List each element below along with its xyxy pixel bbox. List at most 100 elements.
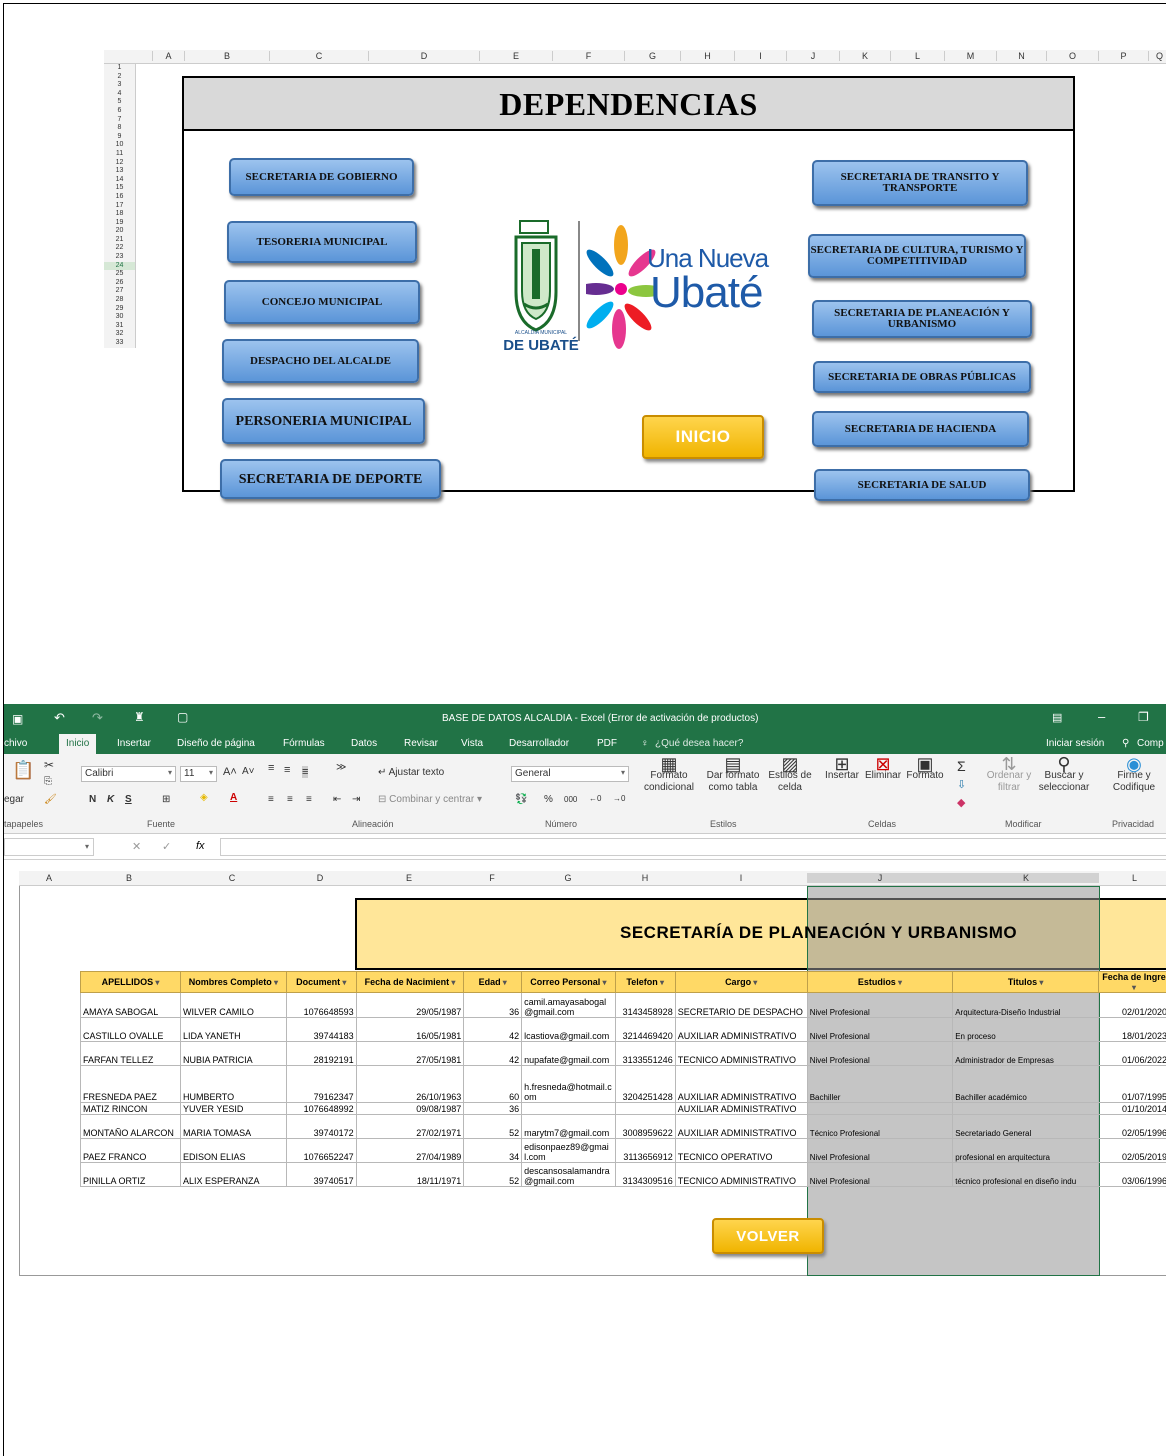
bold-button[interactable]: N: [89, 794, 96, 805]
table-cell[interactable]: EDISON ELIAS: [179, 1138, 287, 1163]
table-cell[interactable]: Administrador de Empresas: [952, 1041, 1100, 1066]
column-header-cell[interactable]: Fecha de Nacimient ▾: [355, 971, 465, 993]
restore-icon[interactable]: ❐: [1138, 710, 1149, 724]
col-header-l[interactable]: L: [1099, 873, 1166, 883]
tab-archivo[interactable]: chivo: [4, 738, 27, 749]
column-header-cell[interactable]: Titulos ▾: [952, 971, 1100, 993]
italic-button[interactable]: K: [107, 794, 114, 805]
table-cell[interactable]: camil.amayasabogal@gmail.com: [521, 992, 616, 1018]
col-header-a[interactable]: A: [19, 873, 79, 883]
col-header-i[interactable]: I: [675, 873, 807, 883]
btn-salud[interactable]: SECRETARIA DE SALUD: [814, 469, 1030, 501]
table-cell[interactable]: Secretariado General: [952, 1114, 1100, 1139]
orientation-icon[interactable]: ≫: [336, 762, 346, 773]
column-header-cell[interactable]: Edad ▾: [463, 971, 523, 993]
table-cell[interactable]: 03/06/1996: [1098, 1162, 1166, 1187]
table-cell[interactable]: 27/02/1971: [355, 1114, 465, 1139]
table-cell[interactable]: HUMBERTO: [179, 1065, 287, 1103]
column-header-cell[interactable]: APELLIDOS ▾: [80, 971, 181, 993]
table-cell[interactable]: MATIZ RINCON: [80, 1102, 181, 1115]
table-cell[interactable]: 18/01/2023: [1098, 1017, 1166, 1042]
btn-personeria[interactable]: PERSONERIA MUNICIPAL: [222, 398, 425, 444]
table-cell[interactable]: técnico profesional en diseño indu: [952, 1162, 1100, 1187]
table-cell[interactable]: TECNICO ADMINISTRATIVO: [674, 1162, 808, 1187]
table-cell[interactable]: 29/05/1987: [355, 992, 465, 1018]
insert-cells-button[interactable]: ⊞ Insertar: [822, 755, 862, 782]
column-header-cell[interactable]: Correo Personal ▾: [521, 971, 616, 993]
table-cell[interactable]: h.fresneda@hotmail.com: [521, 1065, 616, 1103]
table-cell[interactable]: En proceso: [952, 1017, 1100, 1042]
increase-decimal-icon[interactable]: ←0: [589, 794, 601, 803]
table-cell[interactable]: Nivel Profesional: [806, 1017, 954, 1042]
btn-concejo[interactable]: CONCEJO MUNICIPAL: [224, 280, 420, 324]
tab-vista[interactable]: Vista: [461, 738, 483, 749]
table-cell[interactable]: 16/05/1981: [355, 1017, 465, 1042]
merge-center-button[interactable]: ⊟ Combinar y centrar ▾: [378, 794, 482, 805]
btn-planeacion[interactable]: SECRETARIA DE PLANEACIÓN Y URBANISMO: [812, 300, 1032, 338]
filter-dropdown-icon[interactable]: ▾: [272, 978, 278, 987]
tab-diseno[interactable]: Diseño de página: [177, 738, 255, 749]
table-cell[interactable]: AUXILIAR ADMINISTRATIVO: [674, 1017, 808, 1042]
btn-secretaria-gobierno[interactable]: SECRETARIA DE GOBIERNO: [229, 158, 414, 196]
table-cell[interactable]: TECNICO OPERATIVO: [674, 1138, 808, 1163]
table-cell[interactable]: 3113656912: [614, 1138, 676, 1163]
col-header-c[interactable]: C: [179, 873, 285, 883]
table-cell[interactable]: lcastiova@gmail.com: [521, 1017, 616, 1042]
undo-icon[interactable]: ↶: [54, 710, 65, 726]
table-cell[interactable]: 3143458928: [614, 992, 676, 1018]
tab-pdf[interactable]: PDF: [597, 738, 617, 749]
table-cell[interactable]: 18/11/1971: [355, 1162, 465, 1187]
table-cell[interactable]: WILVER CAMILO: [179, 992, 287, 1018]
table-cell[interactable]: profesional en arquitectura: [952, 1138, 1100, 1163]
align-center-icon[interactable]: ≡: [287, 794, 293, 805]
table-cell[interactable]: Nivel Profesional: [806, 1041, 954, 1066]
font-name-select[interactable]: Calibri ▾: [81, 766, 176, 782]
col-header-h[interactable]: H: [615, 873, 675, 883]
table-cell[interactable]: 01/10/2014: [1098, 1102, 1166, 1115]
align-top-icon[interactable]: ≡: [268, 762, 274, 774]
column-header-cell[interactable]: Estudios ▾: [806, 971, 954, 993]
grow-font-icon[interactable]: A˄: [223, 766, 237, 778]
underline-button[interactable]: S: [125, 794, 132, 805]
borders-icon[interactable]: ⊞: [162, 794, 170, 805]
table-cell[interactable]: 02/01/2020: [1098, 992, 1166, 1018]
conditional-format-button[interactable]: ▦ Formato condicional: [638, 755, 700, 794]
table-cell[interactable]: ALIX ESPERANZA: [179, 1162, 287, 1187]
percent-icon[interactable]: %: [544, 794, 553, 805]
format-painter-brush-icon[interactable]: 🖌: [44, 794, 57, 805]
table-cell[interactable]: [952, 1102, 1100, 1115]
currency-icon[interactable]: 💱: [515, 794, 527, 805]
indent-increase-icon[interactable]: ⇥: [352, 794, 360, 805]
col-header-d[interactable]: D: [285, 873, 355, 883]
formula-input[interactable]: [220, 838, 1166, 856]
volver-button[interactable]: VOLVER: [712, 1218, 824, 1254]
autosum-icon[interactable]: Σ: [957, 758, 966, 774]
table-cell[interactable]: edisonpaez89@gmail.com: [521, 1138, 616, 1163]
fill-color-icon[interactable]: ◈: [200, 792, 208, 803]
table-cell[interactable]: TECNICO ADMINISTRATIVO: [674, 1041, 808, 1066]
table-cell[interactable]: 36: [463, 1102, 523, 1115]
align-bottom-icon[interactable]: ≡: [302, 766, 309, 778]
table-cell[interactable]: 1076648593: [285, 992, 357, 1018]
align-right-icon[interactable]: ≡: [306, 794, 312, 805]
btn-transito[interactable]: SECRETARIA DE TRANSITO Y TRANSPORTE: [812, 160, 1028, 206]
table-cell[interactable]: marytm7@gmail.com: [521, 1114, 616, 1139]
table-cell[interactable]: SECRETARIO DE DESPACHO: [674, 992, 808, 1018]
btn-deporte[interactable]: SECRETARIA DE DEPORTE: [220, 459, 441, 499]
signin-link[interactable]: Iniciar sesión: [1046, 738, 1104, 749]
format-table-button[interactable]: ▤ Dar formato como tabla: [702, 755, 764, 794]
table-cell[interactable]: 27/05/1981: [355, 1041, 465, 1066]
table-cell[interactable]: 28192191: [285, 1041, 357, 1066]
find-select-button[interactable]: ⚲ Buscar y seleccionar: [1034, 755, 1094, 794]
table-cell[interactable]: FARFAN TELLEZ: [80, 1041, 181, 1066]
column-header-cell[interactable]: Nombres Completo ▾: [179, 971, 287, 993]
share-button[interactable]: Comp: [1137, 738, 1164, 749]
tell-me-input[interactable]: ¿Qué desea hacer?: [655, 738, 743, 749]
align-left-icon[interactable]: ≡: [268, 794, 274, 805]
filter-dropdown-icon[interactable]: ▾: [600, 978, 607, 987]
table-cell[interactable]: 1076652247: [285, 1138, 357, 1163]
table-cell[interactable]: MARIA TOMASA: [179, 1114, 287, 1139]
table-cell[interactable]: FRESNEDA PAEZ: [80, 1065, 181, 1103]
btn-despacho[interactable]: DESPACHO DEL ALCALDE: [222, 339, 419, 383]
table-cell[interactable]: 09/08/1987: [355, 1102, 465, 1115]
